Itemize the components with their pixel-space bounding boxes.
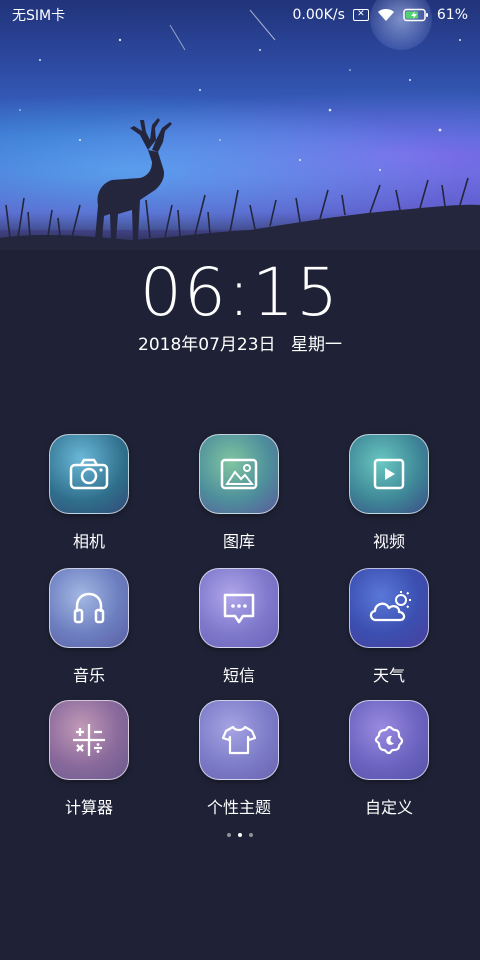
battery-percent: 61%	[436, 7, 468, 23]
date-text: 2018年07月23日	[138, 335, 276, 355]
app-video[interactable]: 视频	[314, 434, 464, 552]
messages-tile[interactable]	[199, 568, 279, 648]
app-label: 自定义	[364, 798, 413, 817]
app-calculator[interactable]: 计算器	[14, 700, 164, 818]
message-icon	[223, 593, 255, 624]
camera-tile[interactable]	[49, 434, 129, 514]
app-label: 计算器	[64, 798, 113, 817]
deer-silhouette-scene	[0, 9, 480, 250]
themes-tile[interactable]	[199, 700, 279, 780]
calculator-tile[interactable]	[49, 700, 129, 780]
app-themes[interactable]: 个性主题	[164, 700, 314, 818]
page-indicator	[0, 833, 480, 837]
calculator-icon	[73, 724, 105, 756]
app-weather[interactable]: 天气	[314, 568, 464, 686]
weather-tile[interactable]	[349, 568, 429, 648]
network-speed: 0.00K/s	[292, 7, 345, 23]
video-icon	[373, 458, 405, 490]
wifi-icon	[377, 9, 394, 21]
weather-icon	[369, 591, 411, 622]
wallpaper-header	[0, 0, 480, 250]
no-sim-box-icon: ✕	[352, 9, 369, 21]
weekday-text: 星期一	[290, 335, 342, 355]
date-line: 2018年07月23日 星期一	[0, 330, 480, 355]
camera-icon	[69, 458, 109, 490]
customize-icon	[374, 725, 404, 755]
page-dot[interactable]	[227, 833, 231, 837]
page-dot[interactable]	[249, 833, 253, 837]
headphones-icon	[73, 592, 105, 624]
app-label: 短信	[222, 666, 255, 685]
app-label: 个性主题	[206, 798, 271, 817]
app-label: 相机	[72, 532, 105, 551]
app-label: 音乐	[72, 666, 105, 685]
video-tile[interactable]	[349, 434, 429, 514]
battery-charging-icon	[403, 8, 428, 22]
app-gallery[interactable]: 图库	[164, 434, 314, 552]
gallery-icon	[220, 458, 258, 490]
clock-time: 06:15	[139, 254, 341, 331]
page-dot-active[interactable]	[238, 833, 242, 837]
carrier-label: 无SIM卡	[12, 8, 66, 24]
music-tile[interactable]	[49, 568, 129, 648]
customize-tile[interactable]	[349, 700, 429, 780]
app-music[interactable]: 音乐	[14, 568, 164, 686]
app-label: 天气	[372, 666, 405, 685]
status-bar: 无SIM卡 0.00K/s ✕ 61%	[0, 0, 480, 30]
app-camera[interactable]: 相机	[14, 434, 164, 552]
app-messages[interactable]: 短信	[164, 568, 314, 686]
app-label: 图库	[222, 532, 255, 551]
theme-shirt-icon	[222, 725, 256, 755]
gallery-tile[interactable]	[199, 434, 279, 514]
app-label: 视频	[372, 532, 405, 551]
app-customize[interactable]: 自定义	[314, 700, 464, 818]
